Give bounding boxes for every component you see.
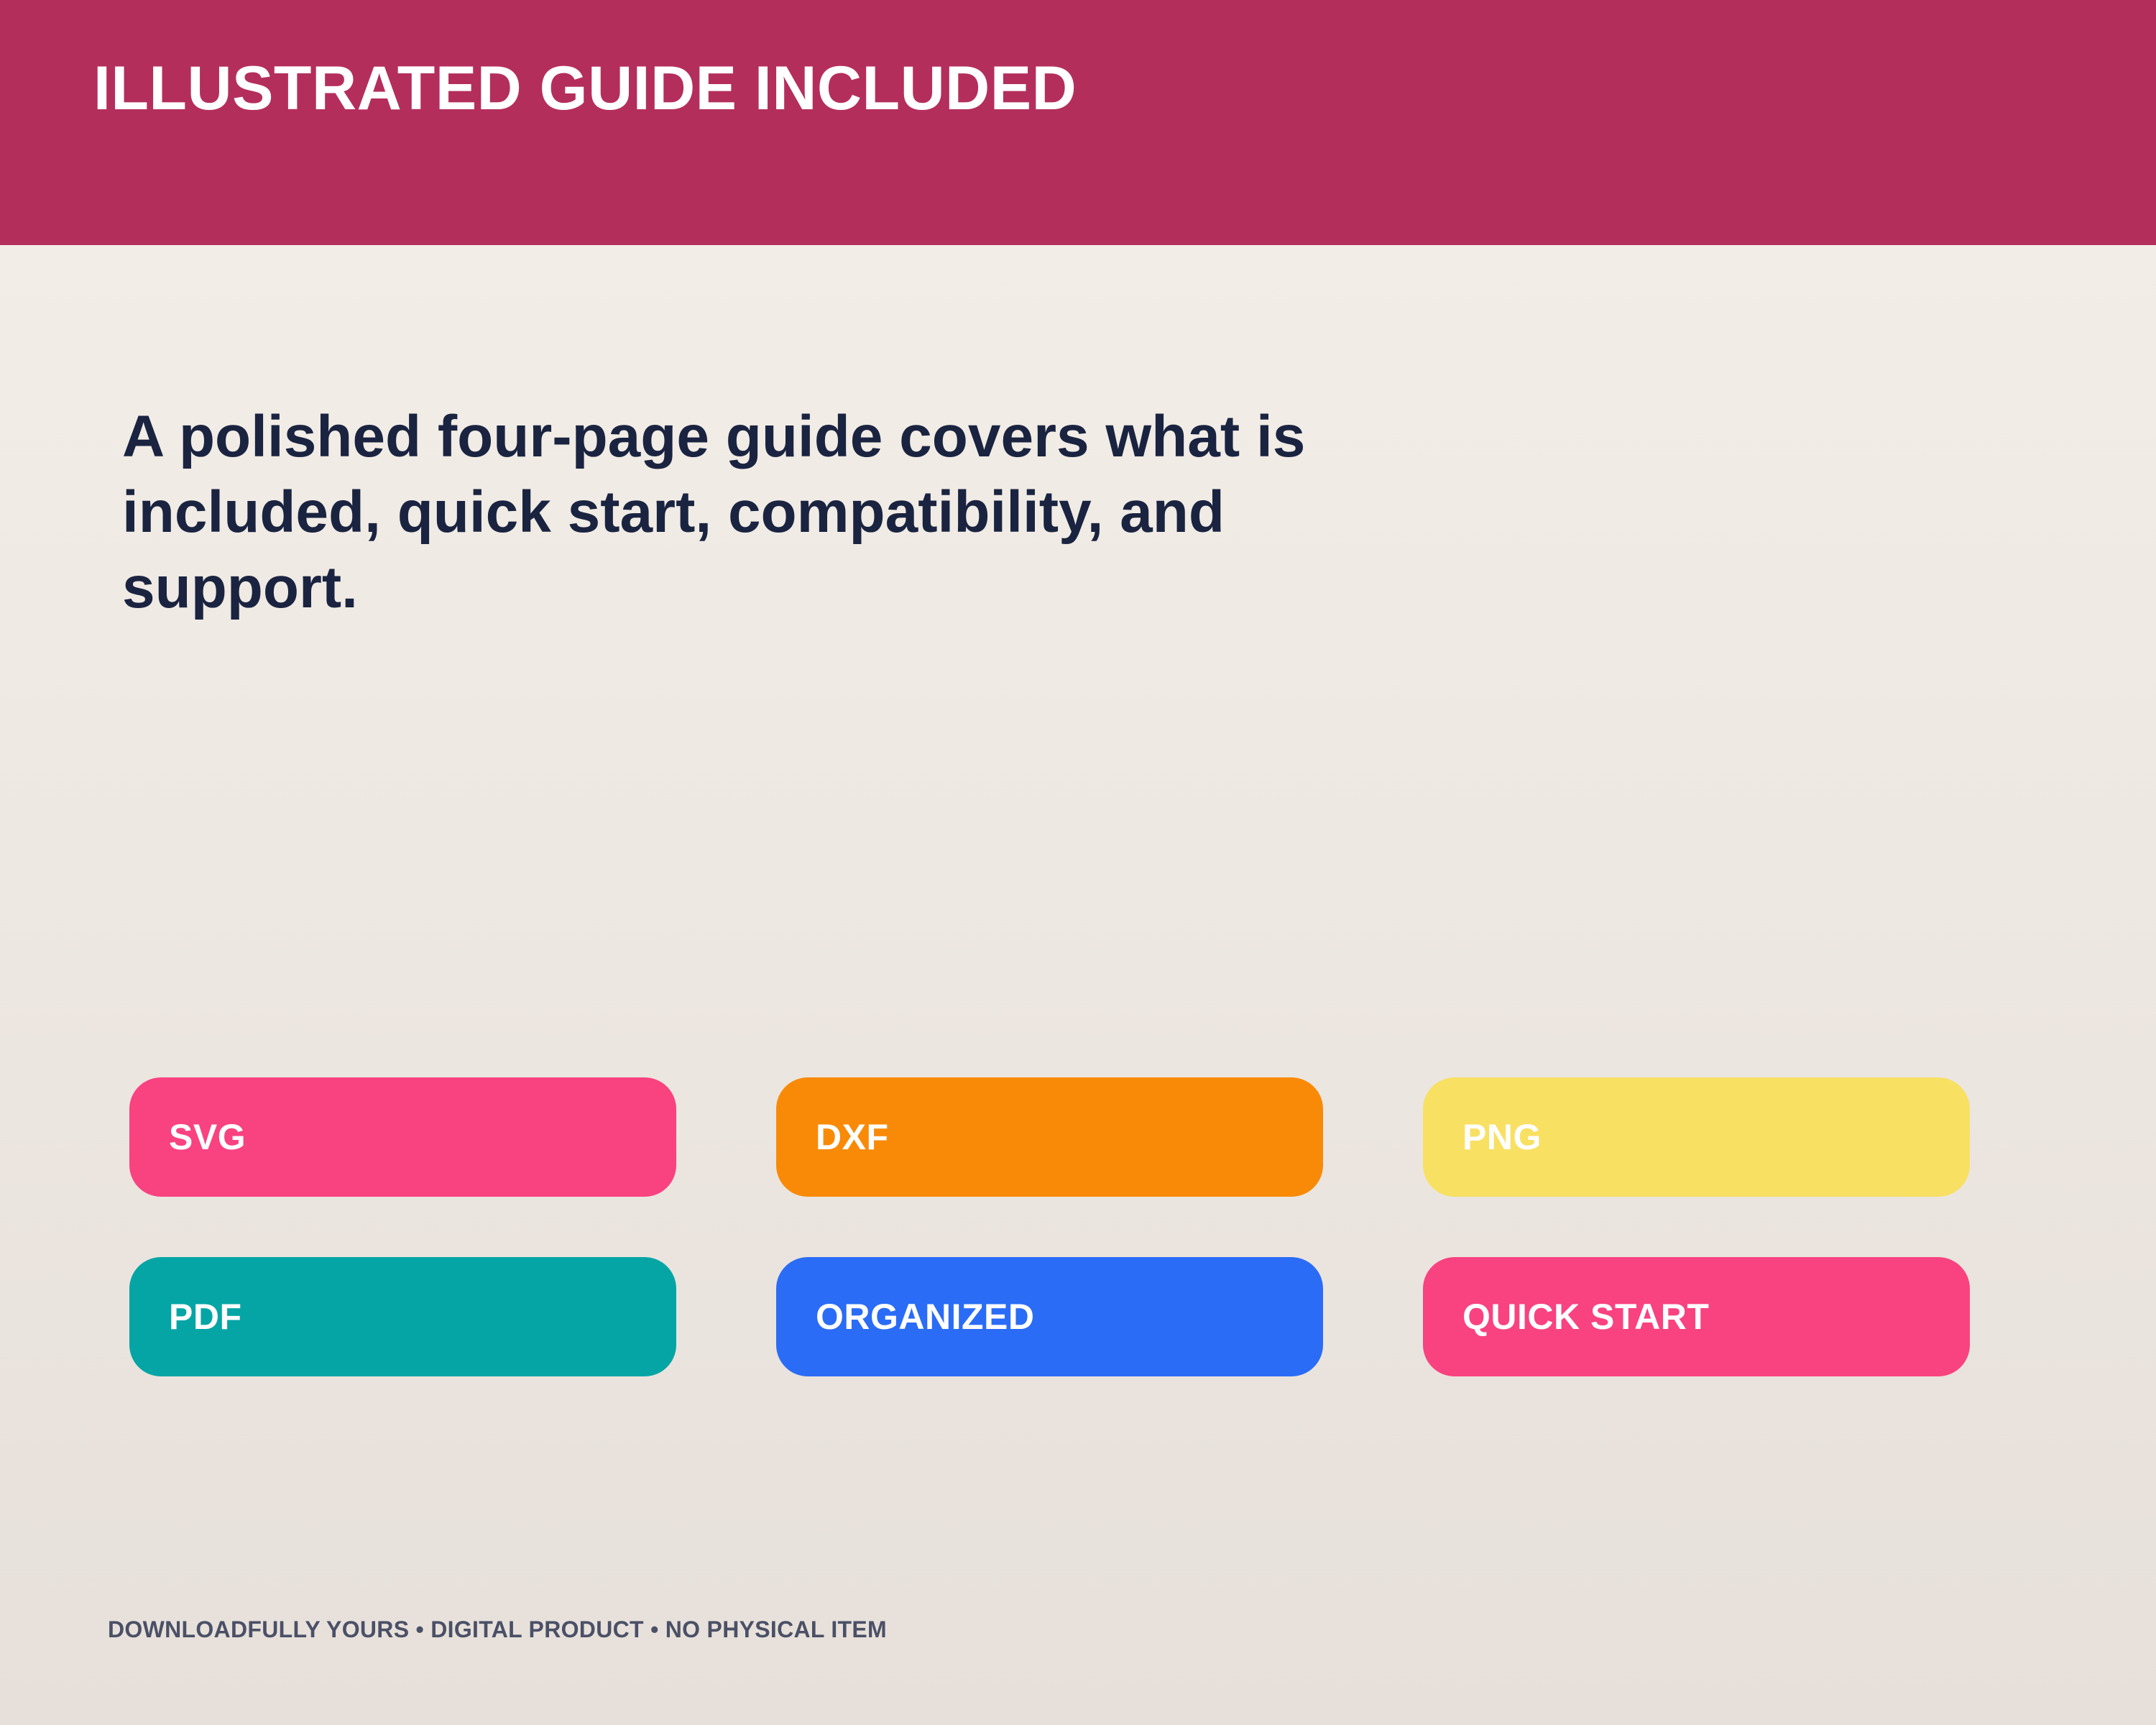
tag-organized: ORGANIZED (776, 1257, 1323, 1376)
page-title: ILLUSTRATED GUIDE INCLUDED (93, 54, 1077, 123)
footer-text: DOWNLOADFULLY YOURS • DIGITAL PRODUCT • … (108, 1616, 888, 1642)
tag-svg: SVG (129, 1077, 676, 1197)
header-banner: ILLUSTRATED GUIDE INCLUDED (0, 0, 2156, 245)
headline-text: A polished four-page guide covers what i… (122, 404, 1306, 620)
tag-quick-start: QUICK START (1423, 1257, 1970, 1376)
tag-pdf: PDF (129, 1257, 676, 1376)
tag-png: PNG (1423, 1077, 1970, 1197)
tag-dxf: DXF (776, 1077, 1323, 1197)
